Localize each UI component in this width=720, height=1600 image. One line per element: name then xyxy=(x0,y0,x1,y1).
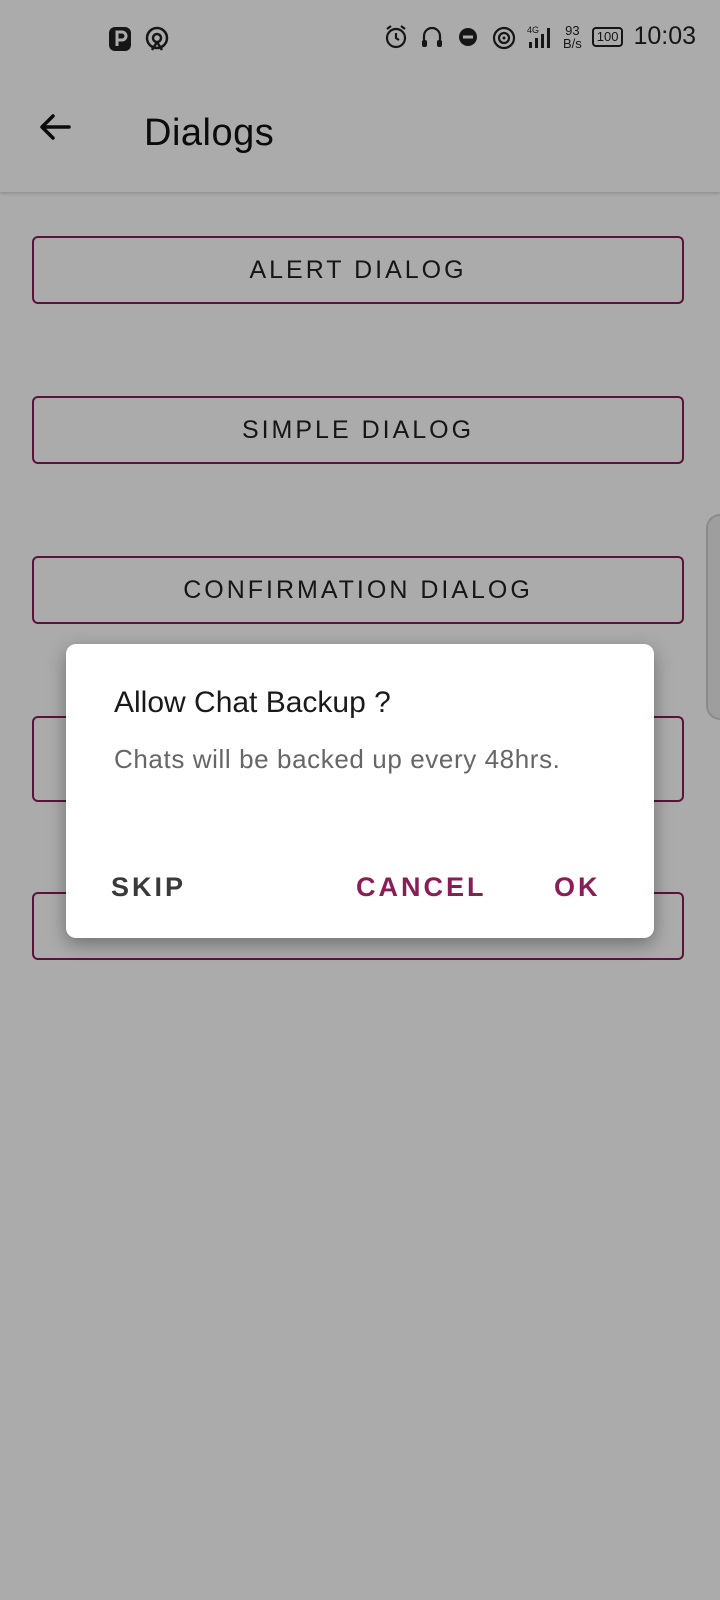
skip-button[interactable]: SKIP xyxy=(111,872,186,903)
ok-button[interactable]: OK xyxy=(554,872,601,903)
screen: 4G 93 B/s 100 10:03 Dialogs ALERT DIALOG… xyxy=(0,0,720,1600)
backup-dialog: Allow Chat Backup ? Chats will be backed… xyxy=(66,644,654,938)
dialog-title: Allow Chat Backup ? xyxy=(114,686,391,719)
cancel-button[interactable]: CANCEL xyxy=(356,872,487,903)
dialog-message: Chats will be backed up every 48hrs. xyxy=(114,744,561,774)
